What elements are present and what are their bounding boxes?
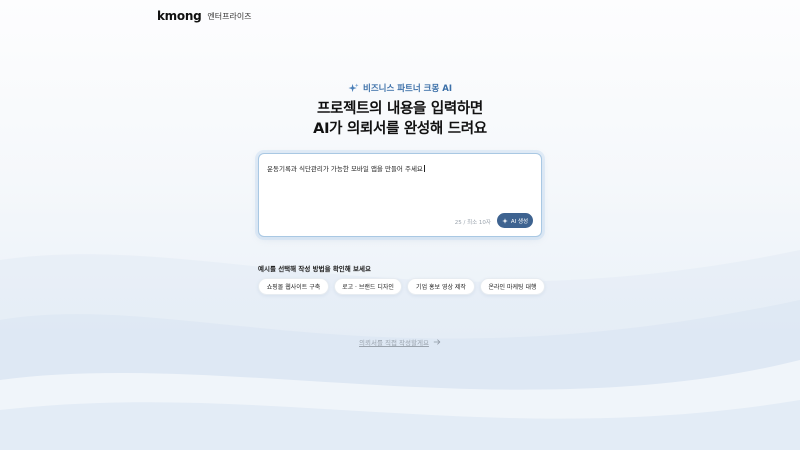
ai-generate-label: AI 생성 xyxy=(510,218,529,225)
example-chip-promo-video[interactable]: 기업 홍보 영상 제작 xyxy=(407,278,475,295)
prompt-value: 운동기록과 식단관리가 가능한 모바일 앱을 만들어 주세요 xyxy=(267,165,423,173)
prompt-input-card[interactable]: 운동기록과 식단관리가 가능한 모바일 앱을 만들어 주세요 25 / 최소 1… xyxy=(258,153,542,237)
sparkle-icon xyxy=(348,82,359,92)
enterprise-label: 엔터프라이즈 xyxy=(207,11,252,21)
write-manually-label: 의뢰서를 직접 작성할게요 xyxy=(359,339,429,347)
kmong-logo[interactable]: kmong xyxy=(157,9,202,23)
eyebrow-text: 비즈니스 파트너 크몽 AI xyxy=(363,84,452,94)
ai-generate-button[interactable]: AI 생성 xyxy=(497,213,533,228)
text-caret xyxy=(423,165,425,172)
prompt-textarea[interactable]: 운동기록과 식단관리가 가능한 모바일 앱을 만들어 주세요 xyxy=(267,163,425,173)
example-chip-shopping-mall[interactable]: 쇼핑몰 웹사이트 구축 xyxy=(258,278,329,295)
title-line-2: AI가 의뢰서를 완성해 드려요 xyxy=(313,121,487,137)
char-counter: 25 / 최소 10자 xyxy=(454,220,491,226)
example-chips: 쇼핑몰 웹사이트 구축 로고 · 브랜드 디자인 기업 홍보 영상 제작 온라인… xyxy=(258,278,545,295)
header: kmong 엔터프라이즈 xyxy=(157,9,252,23)
sparkle-icon xyxy=(502,217,508,224)
arrow-right-icon xyxy=(433,339,441,345)
examples-label: 예시를 선택해 작성 방법을 확인해 보세요 xyxy=(258,265,371,273)
title-line-1: 프로젝트의 내용을 입력하면 xyxy=(317,101,483,117)
example-chip-online-marketing[interactable]: 온라인 마케팅 대행 xyxy=(480,278,545,295)
hero-eyebrow: 비즈니스 파트너 크몽 AI xyxy=(0,82,800,94)
example-chip-logo-brand[interactable]: 로고 · 브랜드 디자인 xyxy=(334,278,402,295)
write-manually-link[interactable]: 의뢰서를 직접 작성할게요 xyxy=(0,337,800,347)
page-title: 프로젝트의 내용을 입력하면 AI가 의뢰서를 완성해 드려요 xyxy=(0,99,800,139)
